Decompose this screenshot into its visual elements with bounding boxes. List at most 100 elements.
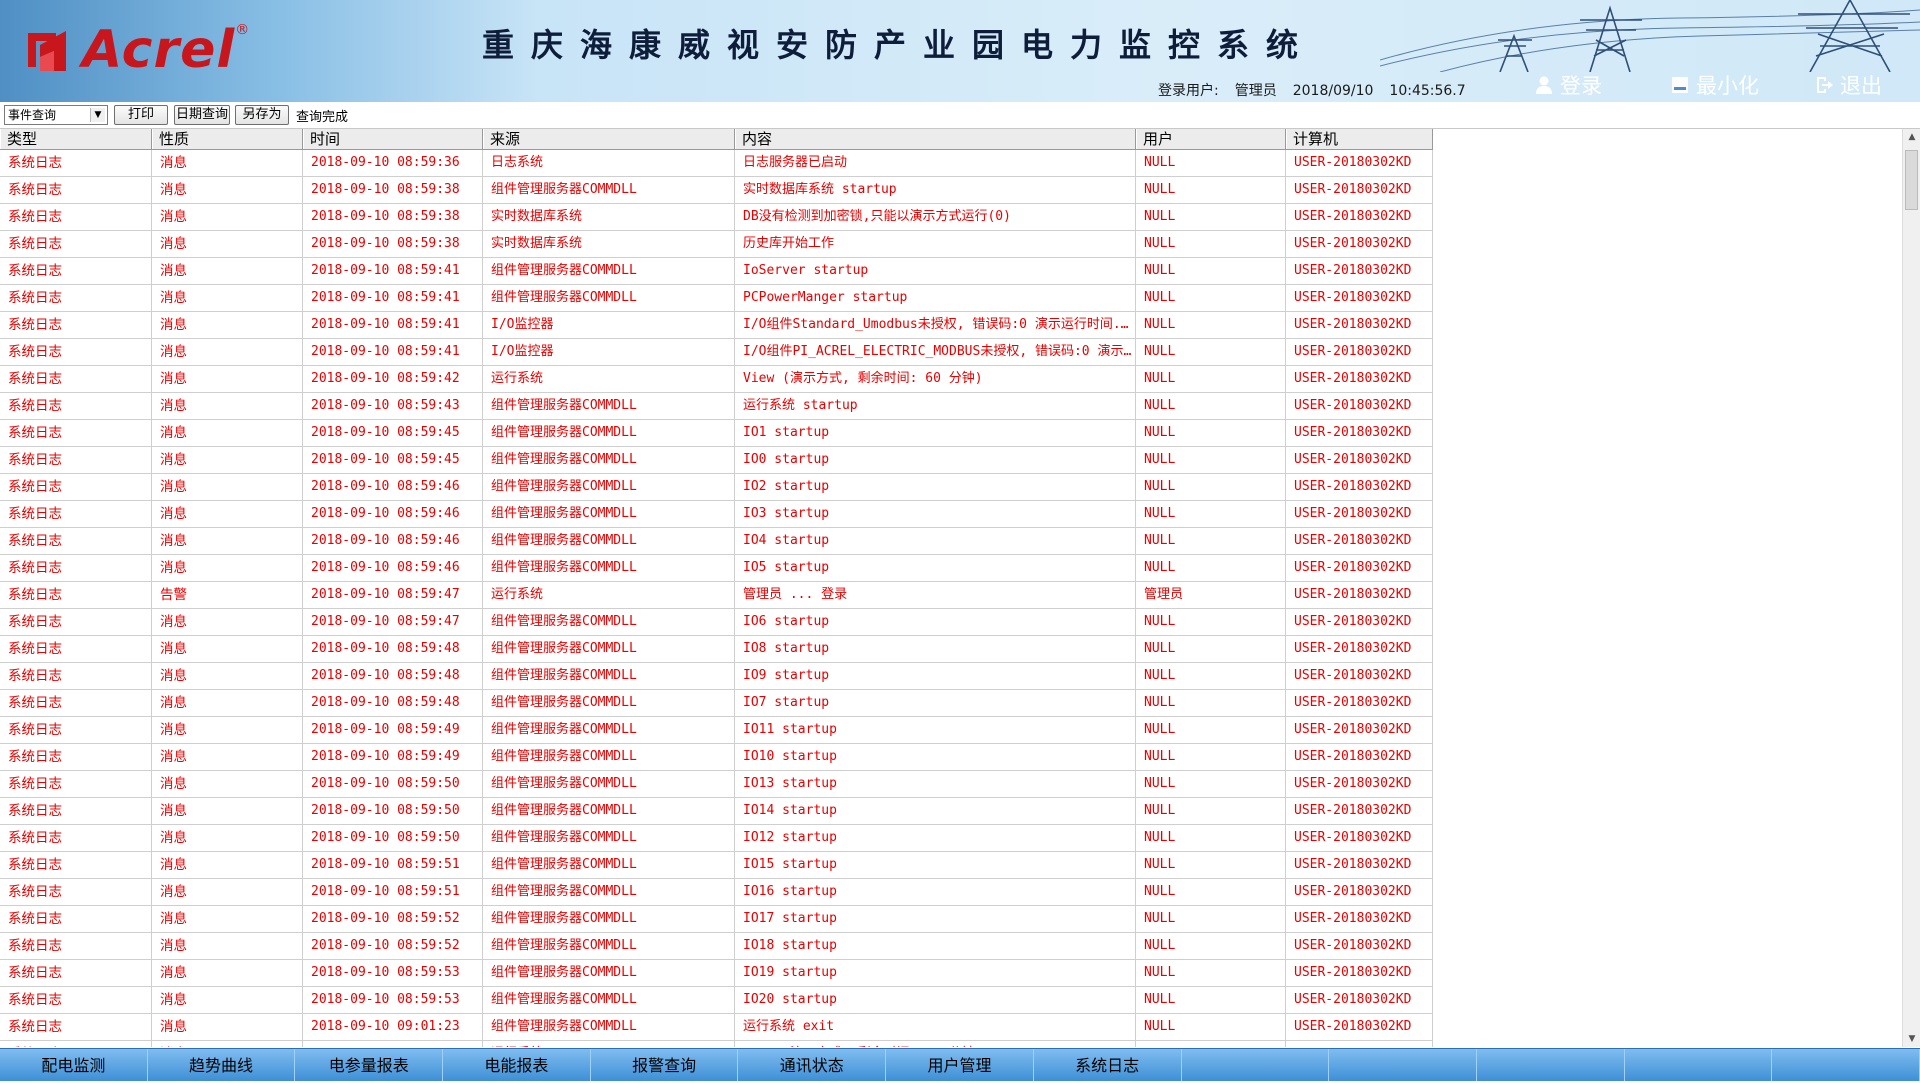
cell-user: NULL (1136, 420, 1286, 446)
cell-user: NULL (1136, 150, 1286, 176)
cell-user: NULL (1136, 258, 1286, 284)
cell-computer: USER-20180302KD (1286, 987, 1433, 1013)
table-row[interactable]: 系统日志 消息 2018-09-10 08:59:38 实时数据库系统 历史库开始工作 N… (0, 231, 1433, 258)
date-query-button[interactable]: 日期查询 (174, 105, 230, 125)
chevron-down-icon[interactable]: ▼ (90, 108, 105, 122)
cell-user: NULL (1136, 204, 1286, 230)
table-row[interactable]: 系统日志 消息 2018-09-10 08:59:50 组件管理服务器COMMDLL I… (0, 771, 1433, 798)
table-row[interactable]: 系统日志 消息 2018-09-10 08:59:46 组件管理服务器COMMDLL I… (0, 474, 1433, 501)
table-row[interactable]: 系统日志 告警 2018-09-10 08:59:47 运行系统 管理员 ... 登录管… (0, 582, 1433, 609)
table-row[interactable]: 系统日志 消息 2018-09-10 08:59:46 组件管理服务器COMMDLL I… (0, 555, 1433, 582)
table-row[interactable]: 系统日志 消息 2018-09-10 08:59:53 组件管理服务器COMMDLL I… (0, 960, 1433, 987)
cell-source: 组件管理服务器COMMDLL (483, 663, 735, 689)
table-row[interactable]: 系统日志 消息 2018-09-10 08:59:46 组件管理服务器COMMDLL I… (0, 501, 1433, 528)
cell-time: 2018-09-10 08:59:46 (303, 474, 483, 500)
table-row[interactable]: 系统日志 消息 2018-09-10 08:59:47 组件管理服务器COMMDLL I… (0, 609, 1433, 636)
cell-source: 组件管理服务器COMMDLL (483, 393, 735, 419)
column-header-time[interactable]: 时间 (303, 129, 483, 149)
scroll-down-icon[interactable]: ▼ (1903, 1031, 1920, 1047)
table-row[interactable]: 系统日志 消息 2018-09-10 08:59:38 实时数据库系统 DB没有检测到加… (0, 204, 1433, 231)
table-row[interactable]: 系统日志 消息 2018-09-10 08:59:51 组件管理服务器COMMDLL I… (0, 852, 1433, 879)
nav-system-log[interactable]: 系统日志 (1034, 1049, 1182, 1081)
table-row[interactable]: 系统日志 消息 2018-09-10 08:59:38 组件管理服务器COMMDLL 实… (0, 177, 1433, 204)
cell-nature: 消息 (152, 528, 303, 554)
nav-distribution-monitor[interactable]: 配电监测 (0, 1049, 148, 1081)
cell-nature: 告警 (152, 582, 303, 608)
bottom-nav: 配电监测 趋势曲线 电参量报表 电能报表 报警查询 通讯状态 用户管理 系统日志 (0, 1048, 1920, 1081)
cell-type: 系统日志 (0, 312, 152, 338)
table-row[interactable]: 系统日志 消息 2018-09-10 08:59:43 组件管理服务器COMMDLL 运… (0, 393, 1433, 420)
column-header-computer[interactable]: 计算机 (1286, 129, 1433, 149)
cell-content: IO15 startup (735, 852, 1136, 878)
table-row[interactable]: 系统日志 消息 2018-09-10 08:59:48 组件管理服务器COMMDLL I… (0, 636, 1433, 663)
cell-computer: USER-20180302KD (1286, 609, 1433, 635)
nav-user-management[interactable]: 用户管理 (886, 1049, 1034, 1081)
vertical-scrollbar[interactable]: ▲ ▼ (1902, 129, 1920, 1047)
cell-computer: USER-20180302KD (1286, 825, 1433, 851)
cell-computer: USER-20180302KD (1286, 879, 1433, 905)
column-header-type[interactable]: 类型 (0, 129, 152, 149)
print-button[interactable]: 打印 (114, 105, 168, 125)
column-header-nature[interactable]: 性质 (152, 129, 303, 149)
table-row[interactable]: 系统日志 消息 2018-09-10 08:59:50 组件管理服务器COMMDLL I… (0, 798, 1433, 825)
cell-source: 组件管理服务器COMMDLL (483, 447, 735, 473)
nav-alarm-query[interactable]: 报警查询 (591, 1049, 739, 1081)
login-button[interactable]: 登录 (1534, 72, 1602, 98)
cell-nature: 消息 (152, 852, 303, 878)
table-row[interactable]: 系统日志 消息 2018-09-10 08:59:41 I/O监控器 I/O组件Stan… (0, 312, 1433, 339)
column-header-content[interactable]: 内容 (735, 129, 1136, 149)
cell-nature: 消息 (152, 258, 303, 284)
table-row[interactable]: 系统日志 消息 2018-09-10 08:59:46 组件管理服务器COMMDLL I… (0, 528, 1433, 555)
table-row[interactable]: 系统日志 消息 2018-09-10 08:59:48 组件管理服务器COMMDLL I… (0, 663, 1433, 690)
column-header-source[interactable]: 来源 (483, 129, 735, 149)
table-row[interactable]: 系统日志 消息 2018-09-10 08:59:41 组件管理服务器COMMDLL P… (0, 285, 1433, 312)
table-row[interactable]: 系统日志 消息 2018-09-10 08:59:45 组件管理服务器COMMDLL I… (0, 447, 1433, 474)
table-row[interactable]: 系统日志 消息 2018-09-10 08:59:49 组件管理服务器COMMDLL I… (0, 717, 1433, 744)
table-row[interactable]: 系统日志 消息 2018-09-10 08:59:42 运行系统 View (演示方式,… (0, 366, 1433, 393)
table-row[interactable]: 系统日志 消息 2018-09-10 08:59:53 组件管理服务器COMMDLL I… (0, 987, 1433, 1014)
cell-type: 系统日志 (0, 420, 152, 446)
table-row[interactable]: 系统日志 消息 2018-09-10 08:59:45 组件管理服务器COMMDLL I… (0, 420, 1433, 447)
cell-time: 2018-09-10 08:59:41 (303, 312, 483, 338)
scrollbar-thumb[interactable] (1905, 150, 1918, 210)
cell-computer: USER-20180302KD (1286, 663, 1433, 689)
table-row[interactable]: 系统日志 消息 2018-09-10 09:01:23 组件管理服务器COMMDLL 运… (0, 1014, 1433, 1041)
exit-button[interactable]: 退出 (1814, 72, 1882, 98)
save-as-button[interactable]: 另存为 (235, 105, 289, 125)
cell-computer: USER-20180302KD (1286, 150, 1433, 176)
minimize-button[interactable]: 最小化 (1670, 72, 1759, 98)
cell-content: IO13 startup (735, 771, 1136, 797)
nav-energy-report[interactable]: 电能报表 (443, 1049, 591, 1081)
cell-source: 组件管理服务器COMMDLL (483, 717, 735, 743)
table-row[interactable]: 系统日志 消息 2018-09-10 08:59:36 日志系统 日志服务器已启动 NUL… (0, 150, 1433, 177)
cell-user: NULL (1136, 1041, 1286, 1047)
cell-content: I/O组件PI_ACREL_ELECTRIC_MODBUS未授权, 错误码:0 … (735, 339, 1136, 365)
cell-time: 2018-09-10 08:59:38 (303, 231, 483, 257)
cell-time: 2018-09-10 08:59:42 (303, 366, 483, 392)
cell-source: 组件管理服务器COMMDLL (483, 609, 735, 635)
cell-source: 组件管理服务器COMMDLL (483, 555, 735, 581)
scroll-up-icon[interactable]: ▲ (1903, 129, 1920, 145)
table-row[interactable]: 系统日志 消息 2018-09-10 08:59:41 I/O监控器 I/O组件PI_A… (0, 339, 1433, 366)
cell-computer: USER-20180302KD (1286, 933, 1433, 959)
table-row[interactable]: 系统日志 消息 2018-09-10 08:59:52 组件管理服务器COMMDLL I… (0, 933, 1433, 960)
table-row[interactable]: 系统日志消息2018-09-10 09:01:39运行系统View (演示方式,… (0, 1041, 1433, 1047)
table-row[interactable]: 系统日志 消息 2018-09-10 08:59:48 组件管理服务器COMMDLL I… (0, 690, 1433, 717)
table-row[interactable]: 系统日志 消息 2018-09-10 08:59:50 组件管理服务器COMMDLL I… (0, 825, 1433, 852)
cell-nature: 消息 (152, 771, 303, 797)
cell-nature: 消息 (152, 879, 303, 905)
table-row[interactable]: 系统日志 消息 2018-09-10 08:59:49 组件管理服务器COMMDLL I… (0, 744, 1433, 771)
table-row[interactable]: 系统日志 消息 2018-09-10 08:59:52 组件管理服务器COMMDLL I… (0, 906, 1433, 933)
nav-comm-status[interactable]: 通讯状态 (738, 1049, 887, 1081)
query-type-select[interactable]: 事件查询 ▼ (4, 105, 108, 125)
cell-type: 系统日志 (0, 798, 152, 824)
table-row[interactable]: 系统日志 消息 2018-09-10 08:59:41 组件管理服务器COMMDLL I… (0, 258, 1433, 285)
cell-content: IO0 startup (735, 447, 1136, 473)
cell-source: 组件管理服务器COMMDLL (483, 771, 735, 797)
cell-time: 2018-09-10 08:59:51 (303, 879, 483, 905)
column-header-user[interactable]: 用户 (1136, 129, 1286, 149)
nav-parameter-report[interactable]: 电参量报表 (295, 1049, 444, 1081)
login-user-name: 管理员 (1234, 83, 1277, 99)
table-row[interactable]: 系统日志 消息 2018-09-10 08:59:51 组件管理服务器COMMDLL I… (0, 879, 1433, 906)
nav-trend-curve[interactable]: 趋势曲线 (148, 1049, 296, 1081)
